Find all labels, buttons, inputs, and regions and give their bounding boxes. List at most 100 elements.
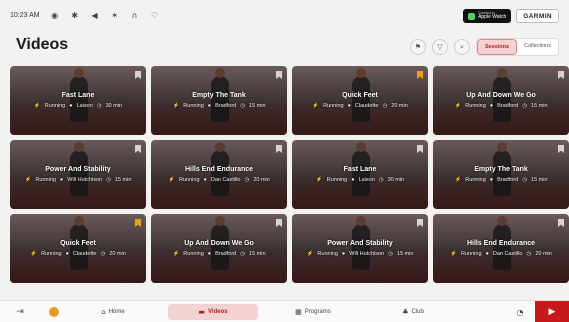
- card-title: Quick Feet: [342, 92, 378, 99]
- trainer-icon: ●: [207, 251, 212, 257]
- bookmark-icon[interactable]: [135, 219, 141, 227]
- apple-watch-text: Connect to Apple Watch: [478, 11, 507, 21]
- bookmark-icon[interactable]: [558, 71, 564, 79]
- card-category: Running: [44, 103, 66, 109]
- card-title: Hills End Endurance: [466, 240, 536, 247]
- gear-icon[interactable]: ✱: [70, 11, 80, 20]
- video-card[interactable]: Power And Stability ⚡ Running ● Will Hutchis…: [10, 140, 146, 209]
- card-title: Empty The Tank: [474, 166, 528, 173]
- tab-videos[interactable]: ▬ Videos: [168, 303, 258, 320]
- card-title: Power And Stability: [45, 166, 111, 173]
- clock-icon: ◷: [240, 103, 246, 109]
- bookmark-icon[interactable]: [276, 219, 282, 227]
- bottom-tab-bar: ⇥ ⌂ Home ▬ Videos ▦ Programs ♣ Club ◔ ▶: [0, 300, 569, 322]
- card-trainer: Bradford: [215, 251, 237, 257]
- card-trainer: Dan Castillo: [492, 251, 523, 257]
- bookmark-icon[interactable]: [276, 145, 282, 153]
- filter-button[interactable]: ▽: [431, 39, 448, 55]
- card-title: Up And Down We Go: [466, 92, 536, 99]
- card-duration: 20 min: [253, 177, 270, 183]
- video-card[interactable]: Empty The Tank ⚡ Running ● Bradford ◷ 15 min: [151, 66, 287, 135]
- trainer-icon: ●: [351, 177, 355, 183]
- apple-watch-label: Apple Watch: [478, 14, 507, 21]
- clock-icon: ◷: [522, 177, 528, 183]
- headphones-icon[interactable]: ∩: [130, 11, 140, 20]
- card-duration: 30 min: [105, 103, 123, 109]
- card-category: Running: [179, 177, 200, 183]
- tab-collections[interactable]: Collections: [517, 39, 558, 55]
- tab-club-label: Club: [411, 308, 424, 315]
- card-meta: ⚡ Running ● Bradford ◷ 15 min: [433, 103, 569, 109]
- video-card[interactable]: Power And Stability ⚡ Running ● Will Hutchis…: [292, 214, 428, 283]
- tab-sessions[interactable]: Sessions: [476, 39, 518, 55]
- bookmark-icon[interactable]: [558, 219, 564, 227]
- card-meta: ⚡ Running ● Laison ◷ 30 min: [292, 177, 428, 183]
- tab-home-label: Home: [108, 308, 125, 315]
- avatar-circle: [49, 306, 59, 317]
- card-trainer-figure: [70, 68, 88, 122]
- clock-icon: ◷: [388, 251, 393, 257]
- video-card[interactable]: Up And Down We Go ⚡ Running ● Bradford ◷ 15 mi…: [151, 214, 287, 283]
- bookmark-icon[interactable]: [417, 71, 423, 79]
- wifi-icon: ◉: [51, 10, 59, 20]
- card-duration: 30 min: [387, 177, 405, 183]
- video-card[interactable]: Fast Lane ⚡ Running ● Laison ◷ 30 min: [10, 66, 146, 135]
- card-meta: ⚡ Running ● Dan Castillo ◷ 20 min: [433, 251, 569, 257]
- video-card[interactable]: Quick Feet ⚡ Running ● Claudette ◷ 20 min: [292, 66, 428, 135]
- card-trainer: Bradford: [497, 177, 519, 183]
- video-card[interactable]: Up And Down We Go ⚡ Running ● Bradford ◷ 15 mi…: [433, 66, 569, 135]
- bookmark-icon[interactable]: [558, 145, 564, 153]
- video-card[interactable]: Hills End Endurance ⚡ Running ● Dan Castillo…: [151, 140, 287, 209]
- apple-watch-button[interactable]: Connect to Apple Watch: [463, 9, 512, 23]
- heart-rate-icon[interactable]: ♡: [150, 11, 160, 20]
- bookmark-icon[interactable]: [417, 219, 423, 227]
- tab-club[interactable]: ♣ Club: [368, 304, 458, 320]
- card-title: Hills End Endurance: [184, 166, 254, 173]
- card-meta: ⚡ Running ● Claudette ◷ 20 min: [292, 103, 428, 109]
- bookmark-icon[interactable]: [417, 145, 423, 153]
- page-title: Videos: [16, 36, 69, 53]
- card-category: Running: [326, 177, 348, 183]
- trainer-icon: ●: [489, 177, 494, 183]
- avatar[interactable]: [40, 306, 68, 317]
- bookmark-icon[interactable]: [135, 145, 141, 153]
- card-trainer: Claudette: [354, 103, 379, 109]
- running-icon: ⚡: [33, 103, 41, 109]
- running-icon: ⚡: [168, 177, 176, 183]
- bookmark-filter-button[interactable]: ⚑: [409, 39, 426, 55]
- video-card[interactable]: Hills End Endurance ⚡ Running ● Dan Castillo…: [433, 214, 569, 283]
- speaker-icon[interactable]: ◀: [90, 11, 100, 20]
- timer-icon[interactable]: ◔: [505, 308, 535, 317]
- running-icon: ⚡: [24, 177, 32, 183]
- exit-icon[interactable]: ⇥: [0, 306, 40, 317]
- tab-programs[interactable]: ▦ Programs: [268, 304, 358, 320]
- bookmark-icon[interactable]: [276, 71, 282, 79]
- trainer-icon: ●: [59, 177, 64, 183]
- card-title: Fast Lane: [61, 92, 95, 99]
- video-card[interactable]: Fast Lane ⚡ Running ● Laison ◷ 30 min: [292, 140, 428, 209]
- card-trainer-figure: [352, 216, 370, 270]
- card-trainer-figure: [211, 216, 229, 270]
- card-title: Empty The Tank: [192, 92, 246, 99]
- garmin-button[interactable]: GARMIN: [516, 9, 559, 23]
- bluetooth-icon[interactable]: ✶: [110, 11, 120, 20]
- start-workout-button[interactable]: ▶: [535, 301, 569, 322]
- club-icon: ♣: [402, 307, 409, 316]
- card-trainer-figure: [70, 216, 88, 270]
- search-button[interactable]: ⌕: [453, 39, 470, 55]
- video-grid: Fast Lane ⚡ Running ● Laison ◷ 30 min Empty The…: [10, 66, 569, 283]
- video-card[interactable]: Quick Feet ⚡ Running ● Claudette ◷ 20 min: [10, 214, 146, 283]
- card-trainer: Laison: [358, 177, 375, 183]
- card-trainer-figure: [493, 216, 511, 270]
- card-trainer-figure: [352, 142, 370, 196]
- card-title: Quick Feet: [60, 240, 96, 247]
- card-duration: 15 min: [249, 103, 266, 109]
- card-category: Running: [183, 103, 204, 109]
- tab-videos-label: Videos: [208, 308, 228, 315]
- card-category: Running: [465, 103, 486, 109]
- tab-home[interactable]: ⌂ Home: [68, 304, 158, 320]
- video-card[interactable]: Empty The Tank ⚡ Running ● Bradford ◷ 15 min: [433, 140, 569, 209]
- running-icon: ⚡: [450, 251, 458, 257]
- bookmark-icon[interactable]: [135, 71, 141, 79]
- card-trainer: Dan Castillo: [210, 177, 241, 183]
